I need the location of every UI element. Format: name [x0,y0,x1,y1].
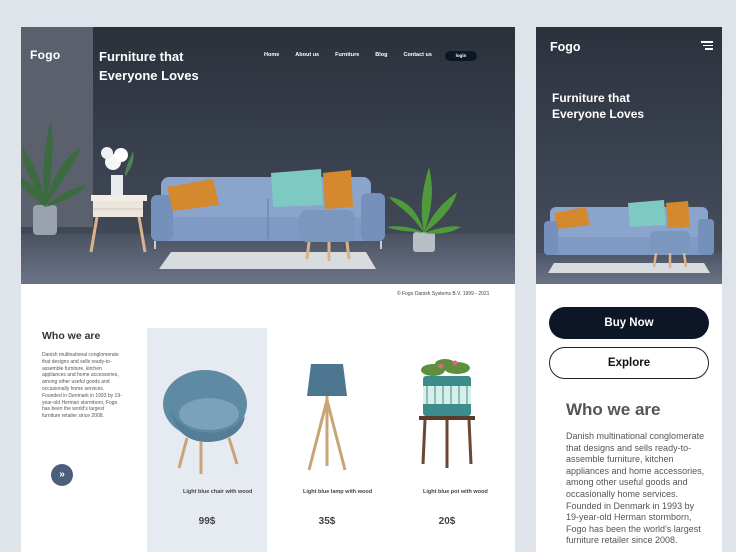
who-we-are-title: Who we are [42,330,101,342]
desktop-mockup: Fogo Furniture that Everyone Loves Home … [21,27,515,552]
nav-item-furniture[interactable]: Furniture [335,52,359,58]
nav-item-about-us[interactable]: About us [295,52,319,58]
product-name: Light blue lamp with wood [303,489,373,495]
nav-item-contact-us[interactable]: Contact us [404,52,432,58]
next-arrow-button[interactable]: » [51,464,73,486]
logo[interactable]: Fogo [30,48,61,62]
mobile-hero-tagline: Furniture that Everyone Loves [552,91,645,121]
mobile-who-we-are-title: Who we are [566,400,661,419]
plant-pot-image [419,359,475,468]
mobile-hero-illustration [544,200,714,273]
main-nav: Home About us Furniture Blog Contact us [264,52,432,58]
who-we-are-text: Danish multinational conglomerate that d… [42,352,122,420]
product-price: 20$ [438,516,456,527]
product-card[interactable]: Light blue chair with wood 99$ [147,328,267,552]
chair-image [163,370,247,474]
product-price: 35$ [318,516,336,527]
menu-icon[interactable] [701,41,713,50]
copyright-text: © Fogo Danish Systems B.V. 1999 - 2021 [397,291,490,297]
product-name: Light blue pot with wood [423,489,488,495]
explore-button[interactable]: Explore [549,347,709,379]
mobile-logo[interactable]: Fogo [550,40,581,54]
nav-item-home[interactable]: Home [264,52,279,58]
login-button[interactable]: login [445,51,477,61]
mobile-mockup: Fogo Furniture that Everyone Loves Buy N… [536,27,722,552]
product-price: 99$ [198,516,216,527]
mobile-who-we-are-text: Danish multinational conglomerate that d… [566,431,705,546]
product-name: Light blue chair with wood [183,489,253,495]
hero-section: Fogo Furniture that Everyone Loves Home … [21,27,515,284]
double-chevron-right-icon: » [59,469,65,480]
buy-now-button[interactable]: Buy Now [549,307,709,339]
product-card[interactable]: Light blue lamp with wood 35$ [267,328,387,552]
hero-tagline: Furniture that Everyone Loves [99,49,199,83]
lamp-image [307,364,347,471]
nav-item-blog[interactable]: Blog [375,52,387,58]
product-card[interactable]: Light blue pot with wood 20$ [387,328,507,552]
mobile-hero-section: Fogo Furniture that Everyone Loves [536,27,722,284]
hero-illustration [21,122,461,269]
